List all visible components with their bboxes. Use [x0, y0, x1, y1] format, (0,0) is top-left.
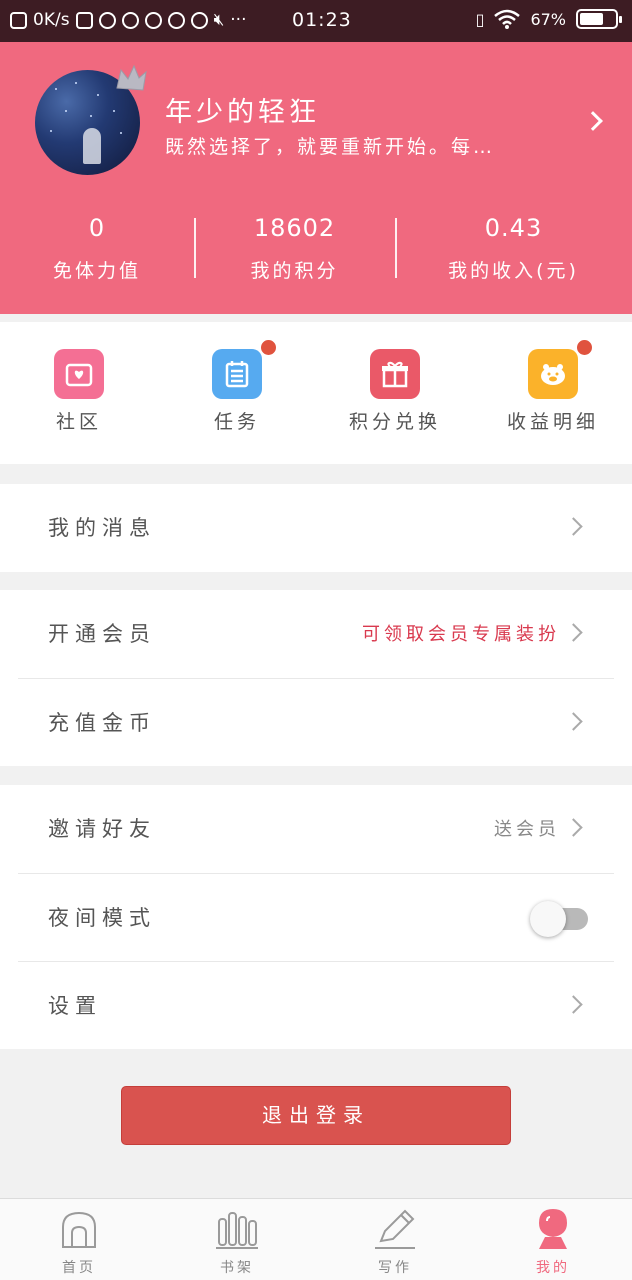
menu-section-settings: 邀请好友 送会员 夜间模式 设置: [0, 785, 632, 1049]
status-bar: 0K/s 🔇︎ ··· 01:23 ▯ 67%: [0, 0, 632, 42]
status-system: ▯ 67%: [475, 9, 622, 29]
menu-row-night-mode: 夜间模式: [18, 873, 614, 961]
row-label: 充值金币: [48, 711, 156, 735]
battery-level: [580, 13, 603, 25]
wechat-icon: [98, 11, 116, 29]
chevron-right-icon: [564, 818, 583, 837]
row-label: 夜间模式: [48, 906, 156, 930]
search-icon: [190, 11, 208, 29]
quick-label: 任务: [213, 411, 260, 433]
tab-write[interactable]: 写作: [316, 1199, 474, 1280]
chevron-right-icon[interactable]: [583, 111, 603, 131]
stat-value: 0: [88, 214, 106, 242]
tab-mine[interactable]: 我的: [474, 1199, 632, 1280]
browser-icon: [167, 11, 185, 29]
menu-row-vip[interactable]: 开通会员 可领取会员专属装扮: [18, 590, 614, 678]
battery-percent: 67%: [530, 9, 566, 29]
community-icon: [54, 349, 104, 399]
battery-icon: [576, 9, 622, 29]
tab-home[interactable]: 首页: [0, 1199, 158, 1280]
signature: 既然选择了，就要重新开始。每…: [165, 136, 496, 158]
stat-value: 18602: [253, 214, 336, 242]
quick-community[interactable]: 社区: [0, 322, 158, 464]
notification-dot: [261, 340, 276, 355]
crown-icon: [116, 64, 147, 91]
username: 年少的轻狂: [165, 97, 320, 128]
quick-points-exchange[interactable]: 积分兑换: [316, 322, 474, 464]
status-notifications: 0K/s 🔇︎ ···: [10, 10, 247, 30]
more-icon: ···: [230, 10, 247, 30]
music-icon: [144, 11, 162, 29]
row-label: 设置: [48, 994, 102, 1018]
bookshelf-icon: [216, 1212, 258, 1249]
stat-value: 0.43: [484, 214, 543, 242]
pen-icon: [375, 1209, 415, 1249]
menu-row-messages[interactable]: 我的消息: [18, 484, 614, 572]
quick-label: 收益明细: [506, 411, 599, 433]
task-icon: [212, 340, 276, 399]
stat-points[interactable]: 18602 我的积分: [194, 210, 395, 290]
s-app-icon: [75, 11, 93, 29]
chevron-right-icon: [564, 517, 583, 536]
mute-icon: 🔇︎: [213, 10, 225, 30]
quick-actions: 社区 任务 积分兑换 收益明细: [0, 322, 632, 464]
stat-income[interactable]: 0.43 我的收入(元): [395, 210, 632, 290]
row-label: 邀请好友: [48, 817, 156, 841]
chevron-right-icon: [564, 995, 583, 1014]
stats-bar: 0 免体力值 18602 我的积分 0.43 我的收入(元): [0, 210, 632, 290]
menu-section-account: 开通会员 可领取会员专属装扮 充值金币: [0, 590, 632, 766]
tab-label: 写作: [378, 1260, 412, 1276]
avatar-container[interactable]: [35, 64, 147, 175]
toggle-knob: [530, 901, 566, 937]
menu-section-messages: 我的消息: [0, 484, 632, 572]
quick-task[interactable]: 任务: [158, 322, 316, 464]
stat-label: 我的收入(元): [448, 260, 579, 282]
piggy-bank-icon: [528, 340, 592, 399]
tab-label: 书架: [220, 1260, 254, 1276]
wifi-icon: [494, 9, 521, 29]
row-label: 我的消息: [48, 516, 156, 540]
gift-icon: [370, 349, 420, 399]
quick-label: 社区: [55, 411, 102, 433]
menu-row-invite[interactable]: 邀请好友 送会员: [18, 785, 614, 873]
night-mode-toggle[interactable]: [530, 901, 588, 937]
chevron-right-icon: [564, 712, 583, 731]
net-speed: 0K/s: [33, 10, 70, 30]
menu-row-settings[interactable]: 设置: [18, 961, 614, 1049]
invite-reward-text: 送会员: [494, 819, 560, 840]
notification-dot: [577, 340, 592, 355]
vip-promo-text: 可领取会员专属装扮: [362, 624, 560, 645]
close-box-icon: [10, 11, 27, 29]
tab-label: 我的: [536, 1260, 570, 1276]
home-icon: [62, 1211, 96, 1248]
stat-label: 我的积分: [250, 260, 339, 282]
stat-label: 免体力值: [52, 260, 141, 282]
stat-stamina[interactable]: 0 免体力值: [0, 210, 194, 290]
quick-label: 积分兑换: [348, 411, 441, 433]
profile-icon: [539, 1209, 567, 1249]
chevron-right-icon: [564, 623, 583, 642]
vibrate-icon: ▯: [475, 9, 485, 29]
jovi-icon: [121, 11, 139, 29]
bottom-tab-bar: 首页 书架 写作 我的: [0, 1198, 632, 1280]
tab-bookshelf[interactable]: 书架: [158, 1199, 316, 1280]
profile-header[interactable]: 年少的轻狂 既然选择了，就要重新开始。每… 0 免体力值 18602 我的积分 …: [0, 42, 632, 314]
row-label: 开通会员: [48, 622, 156, 646]
quick-earnings[interactable]: 收益明细: [474, 322, 632, 464]
logout-button[interactable]: 退出登录: [121, 1086, 511, 1145]
clock: 01:23: [292, 9, 352, 31]
tab-label: 首页: [62, 1260, 96, 1276]
menu-row-recharge[interactable]: 充值金币: [18, 678, 614, 766]
